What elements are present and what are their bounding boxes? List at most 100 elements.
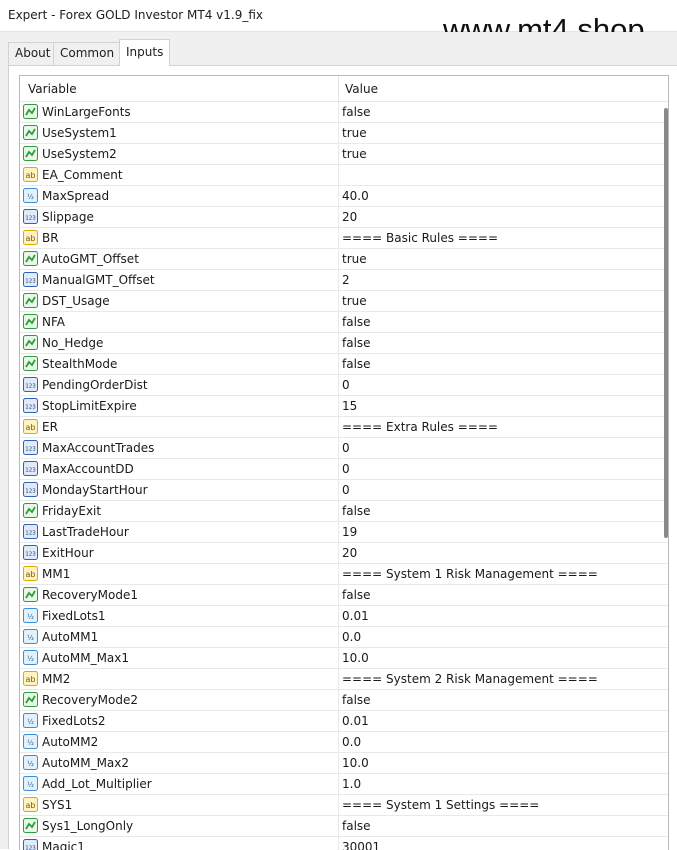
window-title: Expert - Forex GOLD Investor MT4 v1.9_fi… xyxy=(8,8,263,22)
value-cell[interactable]: 20 xyxy=(342,207,357,227)
table-row[interactable]: UseSystem1true xyxy=(20,123,668,144)
value-cell[interactable]: true xyxy=(342,123,367,143)
bool-toggle-icon xyxy=(23,503,38,518)
value-cell[interactable]: 0 xyxy=(342,459,350,479)
table-row[interactable]: abMM2==== System 2 Risk Management ==== xyxy=(20,669,668,690)
table-row[interactable]: ½MaxSpread40.0 xyxy=(20,186,668,207)
value-cell[interactable]: ==== Extra Rules ==== xyxy=(342,417,498,437)
value-cell[interactable]: 30001 xyxy=(342,837,380,850)
table-row[interactable]: ½AutoMM_Max110.0 xyxy=(20,648,668,669)
value-cell[interactable]: 0 xyxy=(342,438,350,458)
value-cell[interactable]: 19 xyxy=(342,522,357,542)
svg-text:123: 123 xyxy=(25,405,36,411)
value-cell[interactable]: 20 xyxy=(342,543,357,563)
table-body: WinLargeFontsfalseUseSystem1trueUseSyste… xyxy=(20,102,668,850)
value-cell[interactable]: false xyxy=(342,690,371,710)
value-cell[interactable]: 40.0 xyxy=(342,186,369,206)
variable-name: PendingOrderDist xyxy=(42,375,148,395)
table-row[interactable]: FridayExitfalse xyxy=(20,501,668,522)
half-double-icon: ½ xyxy=(23,776,38,791)
scrollbar-thumb[interactable] xyxy=(664,108,668,538)
table-row[interactable]: 123StopLimitExpire15 xyxy=(20,396,668,417)
value-cell[interactable]: false xyxy=(342,312,371,332)
table-row[interactable]: abBR==== Basic Rules ==== xyxy=(20,228,668,249)
value-cell[interactable]: ==== System 2 Risk Management ==== xyxy=(342,669,598,689)
value-cell[interactable]: 0.01 xyxy=(342,606,369,626)
table-row[interactable]: NFAfalse xyxy=(20,312,668,333)
svg-text:123: 123 xyxy=(25,447,36,453)
table-row[interactable]: ½AutoMM10.0 xyxy=(20,627,668,648)
column-header-value[interactable]: Value xyxy=(345,76,378,102)
value-cell[interactable]: false xyxy=(342,354,371,374)
tab-common[interactable]: Common xyxy=(53,42,120,65)
value-cell[interactable]: ==== Basic Rules ==== xyxy=(342,228,498,248)
table-row[interactable]: abMM1==== System 1 Risk Management ==== xyxy=(20,564,668,585)
table-row[interactable]: 123MondayStartHour0 xyxy=(20,480,668,501)
tab-about[interactable]: About xyxy=(8,42,54,65)
value-cell[interactable]: ==== System 1 Settings ==== xyxy=(342,795,539,815)
value-cell[interactable]: ==== System 1 Risk Management ==== xyxy=(342,564,598,584)
variable-cell: ½AutoMM2 xyxy=(20,732,339,752)
table-row[interactable]: StealthModefalse xyxy=(20,354,668,375)
value-cell[interactable]: true xyxy=(342,144,367,164)
table-row[interactable]: abSYS1==== System 1 Settings ==== xyxy=(20,795,668,816)
variable-name: LastTradeHour xyxy=(42,522,129,542)
table-row[interactable]: 123LastTradeHour19 xyxy=(20,522,668,543)
value-cell[interactable]: false xyxy=(342,333,371,353)
variable-cell: StealthMode xyxy=(20,354,339,374)
table-row[interactable]: RecoveryMode1false xyxy=(20,585,668,606)
table-row[interactable]: abEA_Comment xyxy=(20,165,668,186)
variable-name: MaxAccountTrades xyxy=(42,438,154,458)
value-cell[interactable]: 10.0 xyxy=(342,753,369,773)
variable-name: UseSystem2 xyxy=(42,144,117,164)
svg-text:ab: ab xyxy=(26,423,36,432)
table-row[interactable]: DST_Usagetrue xyxy=(20,291,668,312)
column-divider[interactable] xyxy=(338,76,339,102)
value-cell[interactable]: 2 xyxy=(342,270,350,290)
table-row[interactable]: ½AutoMM_Max210.0 xyxy=(20,753,668,774)
svg-text:ab: ab xyxy=(26,570,36,579)
table-row[interactable]: UseSystem2 true xyxy=(20,144,668,165)
table-row[interactable]: Sys1_LongOnlyfalse xyxy=(20,816,668,837)
value-cell[interactable]: 0.01 xyxy=(342,711,369,731)
table-row[interactable]: 123MaxAccountDD0 xyxy=(20,459,668,480)
value-cell[interactable]: false xyxy=(342,816,371,836)
value-cell[interactable]: false xyxy=(342,501,371,521)
variable-cell: ½MaxSpread xyxy=(20,186,339,206)
column-header-variable[interactable]: Variable xyxy=(28,76,77,102)
table-row[interactable]: ½Add_Lot_Multiplier1.0 xyxy=(20,774,668,795)
table-row[interactable]: 123ExitHour20 xyxy=(20,543,668,564)
table-row[interactable]: 123 MaxAccountTrades 0 xyxy=(20,438,668,459)
int-123-icon: 123 xyxy=(23,440,38,455)
value-cell[interactable]: 1.0 xyxy=(342,774,361,794)
bool-toggle-icon xyxy=(23,818,38,833)
table-row[interactable]: ½FixedLots10.01 xyxy=(20,606,668,627)
table-row[interactable]: WinLargeFontsfalse xyxy=(20,102,668,123)
table-row[interactable]: ½FixedLots20.01 xyxy=(20,711,668,732)
table-row[interactable]: 123Magic130001 xyxy=(20,837,668,850)
value-cell[interactable]: false xyxy=(342,585,371,605)
value-cell[interactable]: 15 xyxy=(342,396,357,416)
value-cell[interactable]: false xyxy=(342,102,371,122)
vertical-scrollbar[interactable] xyxy=(663,104,669,849)
variable-name: SYS1 xyxy=(42,795,72,815)
table-row[interactable]: 123ManualGMT_Offset2 xyxy=(20,270,668,291)
value-cell[interactable]: 10.0 xyxy=(342,648,369,668)
table-row[interactable]: 123PendingOrderDist0 xyxy=(20,375,668,396)
value-cell[interactable]: true xyxy=(342,291,367,311)
table-row[interactable]: No_Hedgefalse xyxy=(20,333,668,354)
value-cell[interactable]: 0 xyxy=(342,480,350,500)
table-row[interactable]: AutoGMT_Offsettrue xyxy=(20,249,668,270)
table-row[interactable]: ½AutoMM20.0 xyxy=(20,732,668,753)
value-cell[interactable]: 0.0 xyxy=(342,732,361,752)
table-row[interactable]: 123Slippage20 xyxy=(20,207,668,228)
value-cell[interactable]: 0 xyxy=(342,375,350,395)
variable-name: MondayStartHour xyxy=(42,480,148,500)
variable-cell: abEA_Comment xyxy=(20,165,339,185)
value-cell[interactable]: true xyxy=(342,249,367,269)
tab-inputs[interactable]: Inputs xyxy=(119,39,170,66)
table-row[interactable]: RecoveryMode2false xyxy=(20,690,668,711)
value-cell[interactable]: 0.0 xyxy=(342,627,361,647)
table-row[interactable]: abER==== Extra Rules ==== xyxy=(20,417,668,438)
int-123-icon: 123 xyxy=(23,398,38,413)
